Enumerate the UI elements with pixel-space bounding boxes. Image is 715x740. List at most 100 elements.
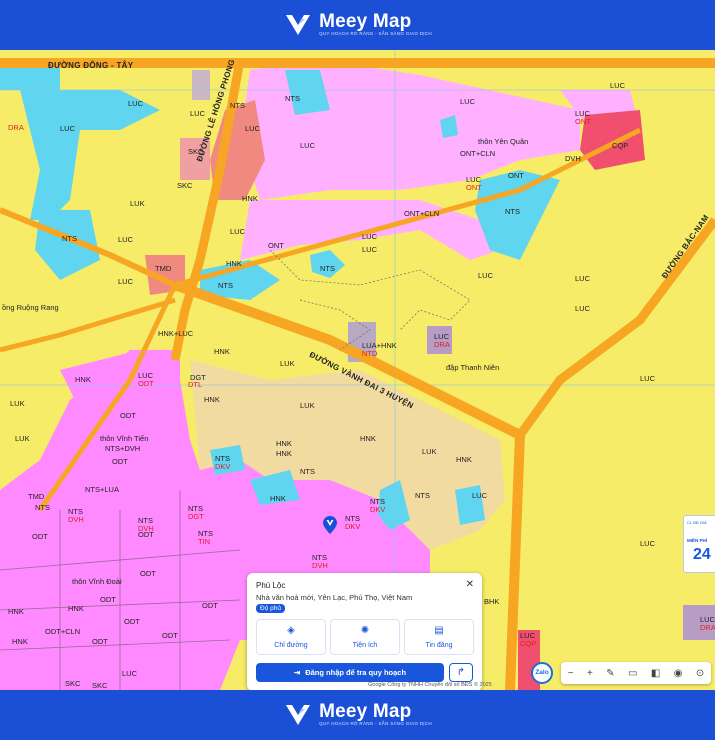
- compass-icon[interactable]: ◉: [674, 668, 683, 679]
- zone-label: TIN: [198, 537, 211, 546]
- zone-label: ODT: [162, 631, 178, 640]
- login-button[interactable]: ⇥ Đăng nhập để tra quy hoạch: [256, 663, 444, 682]
- zone-label: LUC: [460, 97, 476, 106]
- zone-label: HNK+LUC: [158, 329, 194, 338]
- brand-name: Meey Map: [319, 11, 412, 32]
- zone-label: HNK: [12, 637, 28, 646]
- zone-label: NTS: [300, 467, 315, 476]
- zone-label: ONT: [575, 117, 591, 126]
- listings-label: Tin đăng: [425, 642, 453, 649]
- zone-label: ONT+CLN: [404, 209, 440, 218]
- zoom-in-button[interactable]: +: [587, 668, 593, 679]
- amenities-label: Tiện ích: [352, 642, 378, 649]
- zone-label: ODT: [138, 530, 154, 539]
- zone-label: NTS: [505, 207, 520, 216]
- zone-label: LUC: [575, 274, 591, 283]
- zone-label: DRA: [434, 340, 450, 349]
- draw-icon[interactable]: ✎: [606, 668, 614, 679]
- zone-label: HNK: [270, 494, 286, 503]
- zone-label: SKC: [65, 679, 81, 688]
- zone-label: HNK: [456, 455, 472, 464]
- zone-label: LUC: [472, 491, 488, 500]
- directions-icon: ◈: [287, 625, 295, 636]
- map-controls: − + ✎ ▭ ◧ ◉ ⊙: [561, 662, 711, 684]
- zone-label: DRA: [8, 123, 24, 132]
- locate-icon[interactable]: ⊙: [696, 668, 704, 679]
- zone-label: SKC: [92, 681, 108, 690]
- zone-label: LUC: [60, 124, 76, 133]
- panel-value: 24: [693, 546, 711, 563]
- share-icon[interactable]: ↱: [449, 663, 473, 682]
- zone-label: LUC: [575, 304, 591, 313]
- zone-label: DVH: [68, 515, 84, 524]
- zone-label: ONT: [466, 183, 482, 192]
- layers-icon[interactable]: ◧: [651, 668, 660, 679]
- zone-label: HNK: [226, 259, 242, 268]
- zone-label: LUK: [130, 199, 145, 208]
- zone-label: LUK: [300, 401, 315, 410]
- zone-label: LUC: [362, 245, 378, 254]
- zone-label: DKV: [345, 522, 361, 531]
- close-icon[interactable]: ✕: [466, 579, 474, 590]
- zalo-button[interactable]: Zalo: [531, 662, 553, 684]
- meey-logo-icon: [286, 705, 311, 725]
- map-credit: Google Công ty TNHH Chuyển đổi số BĐS © …: [368, 682, 492, 688]
- zone-label: LUC: [190, 109, 206, 118]
- coverage-badge[interactable]: Độ phủ: [256, 604, 285, 613]
- panel-line1: CL BĐ GIÁ: [687, 520, 707, 525]
- zone-label: LUK: [15, 434, 30, 443]
- zone-label: ODT: [120, 411, 136, 420]
- place-ruong-rang: ồng Ruộng Rang: [2, 303, 59, 312]
- zone-label: LUC: [362, 232, 378, 241]
- zone-label: ODT: [112, 457, 128, 466]
- zone-label: LUC: [245, 124, 261, 133]
- zone-label: HNK: [276, 439, 292, 448]
- zone-label: NTS: [320, 264, 335, 273]
- zone-label: HNK: [68, 604, 84, 613]
- zone-label: LUC: [122, 669, 138, 678]
- zone-label: LUC: [610, 81, 626, 90]
- popup-title: Phú Lộc: [256, 581, 286, 590]
- zone-label: LUK: [422, 447, 437, 456]
- zone-label: DRA: [700, 623, 715, 632]
- zone-label: SKC: [188, 147, 204, 156]
- zone-label: HNK: [8, 607, 24, 616]
- zone-label: HNK: [242, 194, 258, 203]
- zone-label: DVH: [312, 561, 328, 570]
- zone-label: DVH: [565, 154, 581, 163]
- zone-label: ODT: [138, 379, 154, 388]
- zone-label: LUC: [128, 99, 144, 108]
- place-dap-thanh-nien: đập Thanh Niên: [446, 363, 500, 372]
- zone-label: HNK: [75, 375, 91, 384]
- zone-label: ODT: [32, 532, 48, 541]
- pricing-side-panel[interactable]: CL BĐ GIÁ MIỀN PHÍ 24: [683, 515, 715, 573]
- zone-label: LUC: [300, 141, 316, 150]
- zone-label: TMD: [28, 492, 45, 501]
- zone-label: NTD: [362, 349, 378, 358]
- listings-button[interactable]: ▤ Tin đăng: [404, 619, 474, 655]
- zone-label: NTS+LUA: [85, 485, 119, 494]
- zoom-out-button[interactable]: −: [568, 668, 574, 679]
- amenities-icon: ✺: [360, 625, 370, 636]
- road-dong-tay-label: ĐƯỜNG ĐÔNG - TÂY: [48, 61, 134, 70]
- zone-label: ODT+CLN: [45, 627, 81, 636]
- listing-icon: ▤: [434, 625, 444, 636]
- zone-label: NTS: [285, 94, 300, 103]
- location-popup: Phú Lộc ✕ Nhà văn hoá mới, Yên Lạc, Phú …: [247, 573, 482, 690]
- zone-label: ODT: [202, 601, 218, 610]
- amenities-button[interactable]: ✺ Tiện ích: [330, 619, 400, 655]
- directions-button[interactable]: ◈ Chỉ đường: [256, 619, 326, 655]
- zone-label: LUC: [118, 277, 134, 286]
- location-pin-icon[interactable]: [323, 516, 337, 534]
- measure-icon[interactable]: ▭: [628, 668, 637, 679]
- top-banner: Meey Map QUY HOẠCH RÕ RÀNG - SẴN SÀNG GI…: [0, 0, 715, 50]
- zone-label: DGT: [188, 512, 204, 521]
- zone-label: NTS: [62, 234, 77, 243]
- zone-label: SKC: [177, 181, 193, 190]
- map-canvas[interactable]: ĐƯỜNG ĐÔNG - TÂY ĐƯỜNG LÊ HỒNG PHONG ĐƯỜ…: [0, 50, 715, 690]
- zone-label: LUK: [280, 359, 295, 368]
- zone-label: HNK: [214, 347, 230, 356]
- zone-label: LUC: [118, 235, 134, 244]
- zone-label: HNK: [276, 449, 292, 458]
- zone-label: ODT: [124, 617, 140, 626]
